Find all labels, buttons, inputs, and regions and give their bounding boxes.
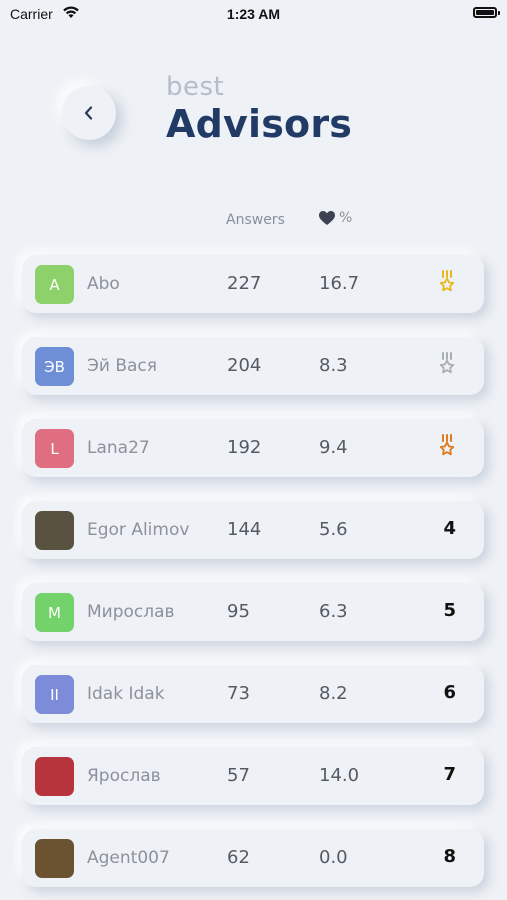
advisor-row[interactable]: Agent007 62 0.0 8	[22, 829, 484, 887]
likes-percent: 16.7	[319, 273, 360, 294]
likes-column-header: %	[318, 210, 352, 226]
avatar: II	[35, 675, 74, 714]
avatar: A	[35, 265, 74, 304]
avatar: L	[35, 429, 74, 468]
chevron-left-icon	[84, 106, 93, 120]
answers-count: 95	[227, 601, 250, 622]
advisor-name: Agent007	[87, 848, 170, 868]
advisor-row[interactable]: ЭВ Эй Вася 204 8.3	[22, 337, 484, 395]
answers-count: 204	[227, 355, 262, 376]
advisor-name: Ярослав	[87, 766, 161, 786]
answers-count: 62	[227, 847, 250, 868]
likes-percent: 9.4	[319, 437, 348, 458]
answers-count: 227	[227, 273, 262, 294]
advisor-row[interactable]: II Idak Idak 73 8.2 6	[22, 665, 484, 723]
rank-number: 6	[443, 682, 456, 703]
clock: 1:23 AM	[226, 6, 281, 22]
bronze-medal-icon	[438, 434, 456, 462]
likes-percent: 8.3	[319, 355, 348, 376]
likes-percent: 0.0	[319, 847, 348, 868]
rank-number: 4	[443, 518, 456, 539]
advisor-name: Мирослав	[87, 602, 175, 622]
status-bar: Carrier 1:23 AM	[0, 0, 507, 28]
advisor-row[interactable]: L Lana27 192 9.4	[22, 419, 484, 477]
advisor-name: Egor Alimov	[87, 520, 190, 540]
answers-count: 144	[227, 519, 262, 540]
answers-count: 73	[227, 683, 250, 704]
battery-tip	[498, 11, 500, 15]
answers-count: 57	[227, 765, 250, 786]
answers-count: 192	[227, 437, 262, 458]
likes-percent: 8.2	[319, 683, 348, 704]
page-subtitle: best	[166, 72, 225, 102]
battery-icon	[473, 7, 497, 18]
likes-percent: 14.0	[319, 765, 360, 786]
avatar	[35, 839, 74, 878]
rank-number: 5	[443, 600, 456, 621]
gold-medal-icon	[438, 270, 456, 298]
answers-column-header: Answers	[226, 212, 285, 228]
advisor-name: Abo	[87, 274, 120, 294]
advisor-name: Эй Вася	[87, 356, 157, 376]
back-button[interactable]	[62, 86, 116, 140]
page-title: Advisors	[166, 102, 353, 146]
avatar	[35, 757, 74, 796]
heart-icon	[319, 211, 335, 225]
advisor-row[interactable]: Ярослав 57 14.0 7	[22, 747, 484, 805]
silver-medal-icon	[438, 352, 456, 380]
avatar	[35, 511, 74, 550]
advisor-row[interactable]: A Abo 227 16.7	[22, 255, 484, 313]
likes-percent-label: %	[339, 210, 353, 226]
advisor-row[interactable]: M Мирослав 95 6.3 5	[22, 583, 484, 641]
avatar: ЭВ	[35, 347, 74, 386]
likes-percent: 5.6	[319, 519, 348, 540]
likes-percent: 6.3	[319, 601, 348, 622]
advisor-row[interactable]: Egor Alimov 144 5.6 4	[22, 501, 484, 559]
rank-number: 8	[443, 846, 456, 867]
advisor-name: Lana27	[87, 438, 150, 458]
avatar: M	[35, 593, 74, 632]
advisor-name: Idak Idak	[87, 684, 165, 704]
rank-number: 7	[443, 764, 456, 785]
